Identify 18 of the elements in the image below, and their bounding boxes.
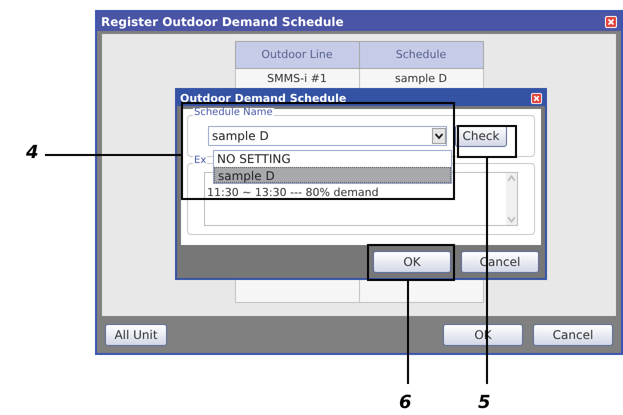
highlight-frame xyxy=(457,125,517,158)
close-icon[interactable] xyxy=(605,16,617,28)
close-icon[interactable] xyxy=(531,92,542,104)
callout-number: 4 xyxy=(26,144,39,162)
cancel-button[interactable]: Cancel xyxy=(533,324,613,346)
explanation-text: 11:30 ~ 13:30 --- 80% demand xyxy=(207,187,379,201)
group-label: Ex xyxy=(193,156,208,166)
dropdown-option[interactable]: sample D xyxy=(214,167,451,183)
column-header: Schedule xyxy=(359,42,483,68)
group-label: Schedule Name xyxy=(193,108,274,118)
all-unit-button[interactable]: All Unit xyxy=(105,324,167,346)
callout-number: 6 xyxy=(399,394,412,412)
dialog-title: Outdoor Demand Schedule xyxy=(180,92,346,104)
ok-button[interactable]: OK xyxy=(373,250,451,272)
window-title: Register Outdoor Demand Schedule xyxy=(101,16,344,28)
callout-number: 5 xyxy=(478,394,491,412)
schedule-select[interactable]: sample D xyxy=(208,126,447,146)
column-header: Outdoor Line xyxy=(235,42,359,68)
